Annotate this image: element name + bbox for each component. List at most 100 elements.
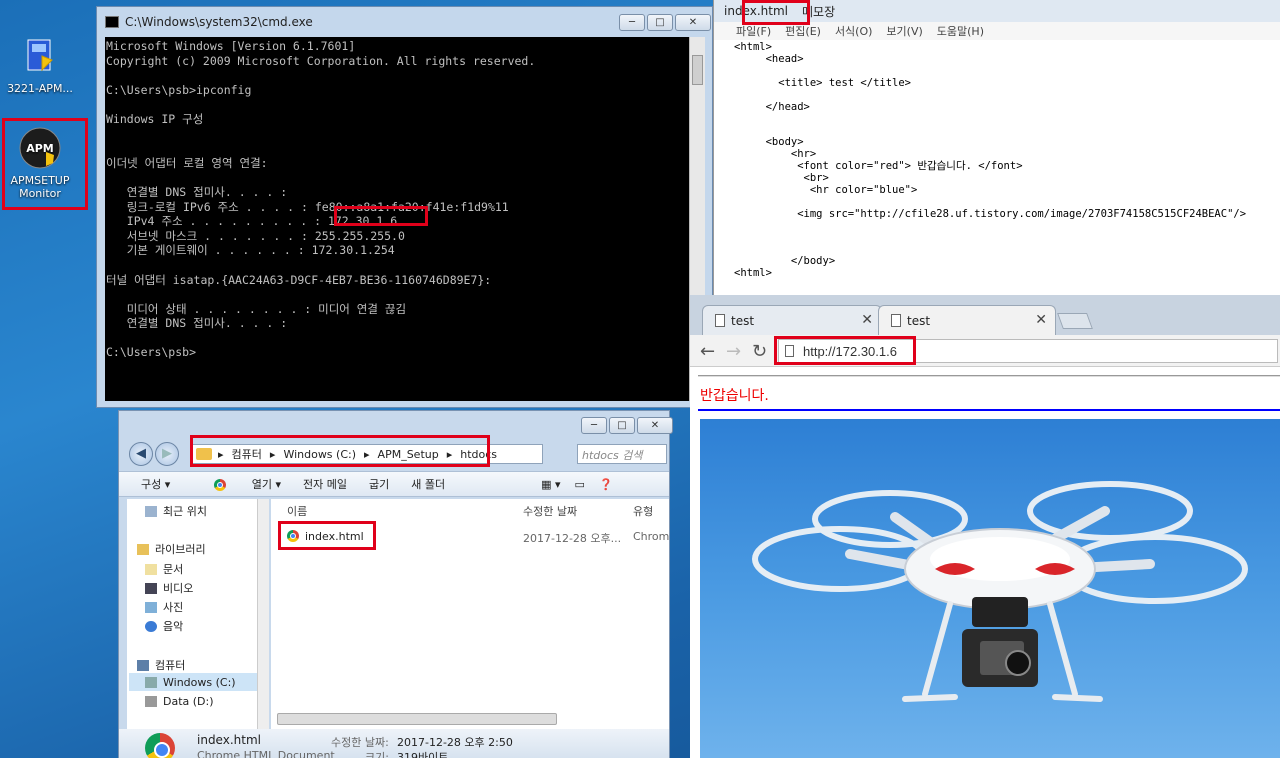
menu-file[interactable]: 파일(F) [736, 23, 771, 39]
svg-text:APM: APM [26, 142, 54, 155]
search-input[interactable]: htdocs 검색 [577, 444, 667, 464]
details-pane: index.html Chrome HTML Document 수정한 날짜: … [119, 729, 669, 758]
tab-strip: test ✕ test ✕ [690, 295, 1280, 335]
forward-button[interactable]: → [726, 341, 741, 362]
nav-item-music[interactable]: 음악 [145, 618, 183, 634]
nav-item-computer[interactable]: 컴퓨터 [137, 657, 185, 673]
nav-label: 사진 [163, 601, 184, 614]
desktop-icon-label: APMSETUP Monitor [10, 174, 70, 200]
view-options-icon[interactable]: ▦ ▾ [541, 478, 560, 491]
nav-scrollbar[interactable] [257, 499, 269, 729]
cmd-window[interactable]: C:\Windows\system32\cmd.exe ─ □ ✕ Micros… [96, 6, 713, 408]
nav-item-data-d[interactable]: Data (D:) [145, 695, 214, 708]
menu-format[interactable]: 서식(O) [835, 23, 872, 39]
menu-edit[interactable]: 편집(E) [785, 23, 821, 39]
breadcrumb-htdocs[interactable]: htdocs [460, 448, 497, 461]
minimize-button[interactable]: ─ [619, 14, 645, 31]
console-line: Microsoft Windows [Version 6.1.7601] [106, 39, 356, 53]
column-header-type[interactable]: 유형 [633, 499, 653, 525]
burn-button[interactable]: 굽기 [369, 476, 389, 492]
desktop-icon-apm-installer[interactable]: 3221-APM... [0, 34, 80, 95]
explorer-window[interactable]: ─ □ ✕ ◀ ▶ ▸ 컴퓨터 ▸ Windows (C:) ▸ APM_Set… [118, 410, 673, 758]
cmd-console-output[interactable]: Microsoft Windows [Version 6.1.7601] Copy… [105, 37, 689, 401]
breadcrumb-computer[interactable]: 컴퓨터 [232, 446, 262, 462]
notepad-menubar: 파일(F) 편집(E) 서식(O) 보기(V) 도움말(H) [714, 22, 1280, 40]
greeting-text: 반갑습니다. [700, 388, 769, 404]
details-modified-label: 수정한 날짜: [331, 736, 389, 749]
blue-horizontal-rule [698, 409, 1280, 411]
details-size-label: 크기: [365, 751, 389, 758]
breadcrumb-separator: ▸ [218, 447, 224, 461]
back-button[interactable]: ← [700, 341, 715, 362]
console-line: Copyright (c) 2009 Microsoft Corporation… [106, 53, 536, 68]
maximize-button[interactable]: □ [609, 417, 635, 434]
drive-icon [145, 676, 157, 688]
tab-title: test [731, 313, 755, 328]
nav-item-pictures[interactable]: 사진 [145, 599, 183, 615]
back-button[interactable]: ◀ [129, 442, 153, 466]
cmd-icon [105, 16, 119, 28]
navigation-pane: 최근 위치 라이브러리 문서 비디오 사진 음악 컴퓨터 Windows (C:… [127, 499, 269, 729]
pictures-icon [145, 601, 157, 613]
nav-item-documents[interactable]: 문서 [145, 561, 183, 577]
preview-pane-icon[interactable]: ▭ [575, 478, 585, 491]
chrome-file-icon [287, 530, 299, 542]
nav-label: 음악 [163, 620, 184, 633]
column-header-modified[interactable]: 수정한 날짜 [523, 499, 577, 525]
new-tab-button[interactable] [1057, 313, 1093, 329]
browser-toolbar: ← → ↻ http://172.30.1.6 [690, 335, 1280, 367]
console-line: C:\Users\psb> [106, 345, 197, 360]
maximize-button[interactable]: □ [647, 14, 673, 31]
new-folder-button[interactable]: 새 폴더 [411, 476, 445, 492]
details-modified: 2017-12-28 오후 2:50 [397, 736, 513, 749]
tab-close-icon[interactable]: ✕ [1035, 312, 1047, 328]
desktop-icon-apmsetup-monitor[interactable]: APM APMSETUP Monitor [0, 126, 80, 200]
close-button[interactable]: ✕ [675, 14, 711, 31]
address-bar[interactable]: http://172.30.1.6 [778, 339, 1278, 363]
file-row-index-html[interactable]: index.html 2017-12-28 오후... Chrom [277, 527, 669, 545]
notepad-filename: index.html [724, 4, 788, 18]
apm-monitor-icon: APM [18, 126, 62, 170]
tab-test-1[interactable]: test ✕ [702, 305, 882, 335]
nav-item-recent[interactable]: 최근 위치 [145, 503, 207, 519]
installer-icon [18, 34, 62, 78]
nav-item-libraries[interactable]: 라이브러리 [137, 541, 206, 557]
nav-label: 비디오 [163, 582, 194, 595]
file-list-hscrollbar[interactable] [277, 713, 557, 725]
folder-icon [196, 448, 212, 460]
notepad-titlebar[interactable]: index.html 메모장 [714, 0, 1280, 22]
tab-close-icon[interactable]: ✕ [861, 312, 873, 328]
console-line: 연결별 DNS 접미사. . . . : [106, 184, 288, 199]
email-button[interactable]: 전자 메일 [303, 476, 347, 492]
menu-help[interactable]: 도움말(H) [937, 23, 984, 39]
breadcrumb-windows-c[interactable]: Windows (C:) [283, 448, 356, 461]
reload-button[interactable]: ↻ [752, 341, 767, 362]
notepad-window[interactable]: index.html 메모장 파일(F) 편집(E) 서식(O) 보기(V) 도… [713, 0, 1280, 295]
page-icon [891, 314, 901, 327]
notepad-text-area[interactable]: <html> <head> <title> test </title> </he… [714, 40, 1280, 280]
nav-label: Data (D:) [163, 695, 214, 708]
library-icon [137, 543, 149, 555]
nav-item-videos[interactable]: 비디오 [145, 580, 193, 596]
forward-button[interactable]: ▶ [155, 442, 179, 466]
help-icon[interactable]: ❓ [599, 478, 613, 491]
nav-item-windows-c[interactable]: Windows (C:) [129, 673, 257, 691]
menu-view[interactable]: 보기(V) [886, 23, 922, 39]
tab-test-2[interactable]: test ✕ [878, 305, 1056, 335]
address-breadcrumb[interactable]: ▸ 컴퓨터 ▸ Windows (C:) ▸ APM_Setup ▸ htdoc… [191, 444, 543, 464]
minimize-button[interactable]: ─ [581, 417, 607, 434]
web-page: 반갑습니다. [690, 367, 1280, 758]
page-icon [715, 314, 725, 327]
breadcrumb-separator: ▸ [446, 447, 453, 461]
column-header-name[interactable]: 이름 [287, 499, 307, 525]
close-button[interactable]: ✕ [637, 417, 673, 434]
open-button[interactable]: 열기 ▾ [192, 476, 281, 492]
breadcrumb-apm-setup[interactable]: APM_Setup [378, 448, 439, 461]
chrome-window[interactable]: test ✕ test ✕ ← → ↻ http://172.30.1.6 반갑… [690, 295, 1280, 758]
explorer-command-bar: 구성 ▾ 열기 ▾ 전자 메일 굽기 새 폴더 ▦ ▾ ▭ ❓ [119, 471, 669, 497]
organize-button[interactable]: 구성 ▾ [141, 476, 170, 492]
console-line: 기본 게이트웨이 . . . . . . : 172.30.1.254 [106, 243, 395, 258]
